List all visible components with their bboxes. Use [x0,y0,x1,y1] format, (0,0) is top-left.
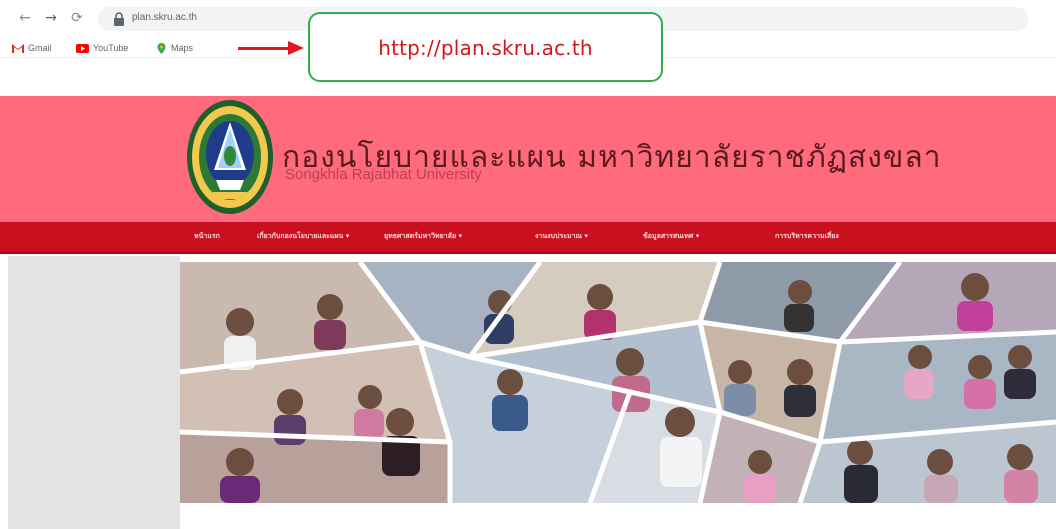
reload-icon[interactable]: ⟳ [68,9,86,27]
bookmark-maps[interactable]: Maps [156,41,193,55]
callout-arrow [238,47,290,50]
menu-item-strategy[interactable]: ยุทธศาสตร์มหาวิทยาลัย ▾ [384,231,462,242]
menu-item-information[interactable]: ข้อมูลสารสนเทศ ▾ [643,231,699,242]
collage-image [180,262,1056,503]
menu-item-budget[interactable]: งานงบประมาณ ▾ [535,231,588,242]
menu-item-about[interactable]: เกี่ยวกับกองนโยบายและแผน ▾ [257,231,349,242]
maps-icon [157,43,166,55]
site-title-english: Songkhla Rajabhat University [285,166,482,183]
bookmark-youtube[interactable]: YouTube [76,41,128,55]
back-icon[interactable]: ← [16,9,34,27]
bookmark-label: Maps [171,43,194,53]
bookmark-gmail[interactable]: Gmail [12,41,52,55]
site-header: กองนโยบายและแผน มหาวิทยาลัยราชภัฏสงขลา S… [0,96,1056,222]
menu-item-home[interactable]: หน้าแรก [194,231,220,242]
photo-collage-banner [180,262,1056,503]
callout-arrow-head [288,41,304,55]
lock-icon[interactable] [112,11,126,27]
gmail-icon [12,44,24,54]
callout-url-text: http://plan.skru.ac.th [378,36,593,60]
main-menu: หน้าแรก เกี่ยวกับกองนโยบายและแผน ▾ ยุทธศ… [0,222,1056,254]
forward-icon[interactable]: → [42,9,60,27]
youtube-icon [76,44,89,54]
university-logo[interactable] [186,98,274,216]
sidebar [8,256,180,529]
bookmark-label: Gmail [28,43,52,53]
menu-item-risk[interactable]: การบริหารความเสี่ยง [775,231,839,242]
bookmark-label: YouTube [93,43,129,53]
url-text[interactable]: plan.skru.ac.th [132,12,197,23]
callout-box: http://plan.skru.ac.th [308,12,663,82]
